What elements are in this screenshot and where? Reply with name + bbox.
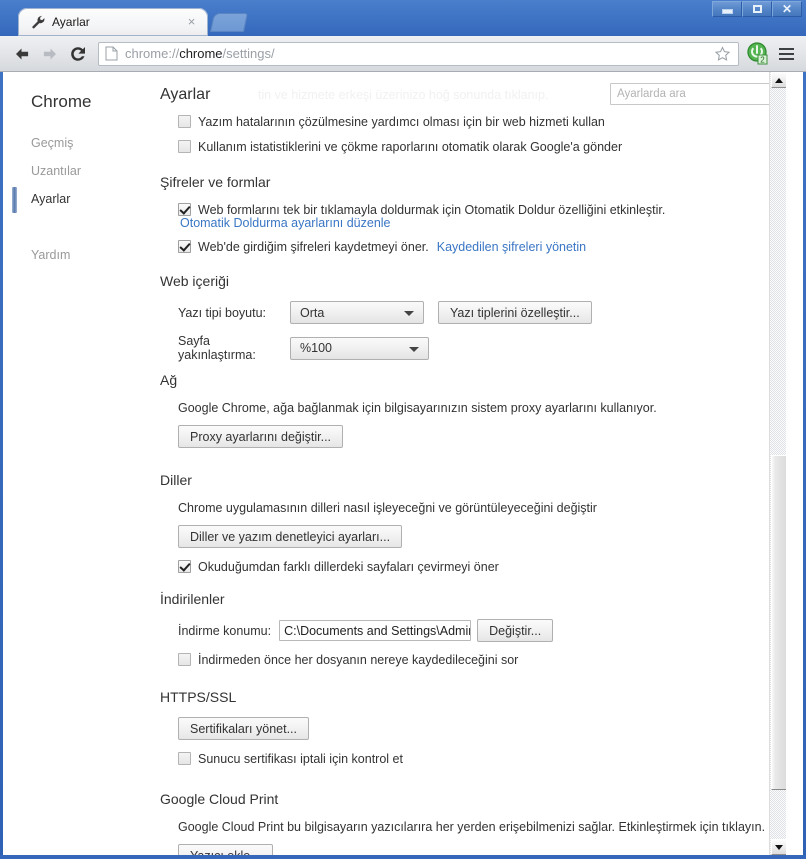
forward-button[interactable]: [36, 40, 64, 68]
section-privacy-continued: Yazım hatalarının çözülmesine yardımcı o…: [160, 114, 772, 164]
section-title-web-content: Web içeriği: [160, 273, 229, 289]
search-settings-input[interactable]: Ayarlarda ara: [610, 83, 770, 105]
section-title-cloud-print: Google Cloud Print: [160, 791, 279, 807]
ask-save-location-checkbox[interactable]: [178, 653, 191, 666]
download-location-label: İndirme konumu:: [178, 623, 272, 638]
usage-stats-label: Kullanım istatistiklerini ve çökme rapor…: [198, 140, 623, 154]
manage-certificates-button[interactable]: Sertifikaları yönet...: [178, 717, 309, 740]
search-settings-placeholder: Ayarlarda ara: [617, 88, 686, 100]
section-passwords-forms: Şifreler ve formlar Web formlarını tek b…: [160, 174, 772, 264]
tab-ayarlar[interactable]: Ayarlar ×: [18, 8, 208, 36]
font-size-label: Yazı tipi boyutu:: [178, 305, 267, 320]
save-passwords-label: Web'de girdiğim şifreleri kaydetmeyi öne…: [198, 240, 429, 254]
sidebar-item-gecmis[interactable]: Geçmiş: [31, 136, 73, 150]
extension-icon[interactable]: 2: [745, 41, 771, 67]
clipped-scroll-text: tin ve hizmete erkeşi üzerinizo hoğ sonu…: [258, 88, 549, 102]
checkbox-row-spelling[interactable]: Yazım hatalarının çözülmesine yardımcı o…: [178, 114, 772, 130]
sidebar-item-uzantilar[interactable]: Uzantılar: [31, 164, 81, 178]
bookmark-star-icon[interactable]: [714, 45, 731, 63]
section-https-ssl: HTTPS/SSL Sertifikaları yönet... Sunucu …: [160, 689, 772, 776]
sidebar-brand: Chrome: [31, 92, 92, 111]
translate-offer-checkbox[interactable]: [178, 560, 191, 573]
section-title-network: Ağ: [160, 372, 178, 388]
vertical-scrollbar[interactable]: [769, 72, 786, 855]
scroll-up-button[interactable]: [771, 72, 786, 88]
section-downloads: İndirilenler İndirme konumu: C:\Document…: [160, 591, 772, 677]
hamburger-menu-icon[interactable]: [773, 41, 799, 67]
settings-sidebar: Chrome Geçmiş Uzantılar Ayarlar Yardım: [3, 72, 158, 855]
ask-save-location-label: İndirmeden önce her dosyanın nereye kayd…: [198, 653, 519, 667]
tab-close-button[interactable]: ×: [185, 15, 198, 28]
section-title-https-ssl: HTTPS/SSL: [160, 689, 237, 705]
sidebar-item-ayarlar[interactable]: Ayarlar: [31, 192, 70, 206]
chevron-down-icon: [409, 346, 419, 352]
scroll-down-arrow-icon: [775, 844, 783, 850]
address-bar[interactable]: chrome://chrome/settings/: [98, 41, 739, 66]
section-title-downloads: İndirilenler: [160, 591, 225, 607]
sidebar-item-yardim[interactable]: Yardım: [31, 248, 70, 262]
page-document-icon: [105, 46, 118, 61]
browser-toolbar: chrome://chrome/settings/ 2: [0, 36, 806, 72]
language-spellcheck-settings-button[interactable]: Diller ve yazım denetleyici ayarları...: [178, 525, 403, 548]
customize-fonts-button[interactable]: Yazı tiplerini özelleştir...: [438, 301, 592, 324]
chevron-down-icon: [404, 311, 414, 316]
window-bottom-edge: [0, 855, 806, 859]
wrench-icon: [30, 14, 46, 30]
section-web-content: Web içeriği Yazı tipi boyutu: Orta Yazı …: [160, 273, 772, 372]
tab-strip: Ayarlar ×: [0, 8, 806, 36]
save-passwords-checkbox[interactable]: [178, 240, 191, 253]
back-button[interactable]: [8, 40, 36, 68]
checkbox-row-usage-stats[interactable]: Kullanım istatistiklerini ve çökme rapor…: [178, 139, 772, 155]
languages-description: Chrome uygulamasının dilleri nasıl işley…: [178, 501, 597, 515]
zoom-label: Sayfa yakınlaştırma:: [178, 334, 256, 362]
tab-title: Ayarlar: [52, 15, 90, 29]
spelling-webservice-label: Yazım hatalarının çözülmesine yardımcı o…: [198, 115, 605, 129]
checkbox-row-save-passwords[interactable]: Web'de girdiğim şifreleri kaydetmeyi öne…: [178, 239, 772, 255]
manage-passwords-link[interactable]: Kaydedilen şifreleri yönetin: [437, 239, 586, 255]
checkbox-row-translate[interactable]: Okuduğumdan farklı dillerdeki sayfaları …: [178, 559, 772, 575]
page-zoom-select[interactable]: %100: [290, 336, 429, 360]
change-download-location-button[interactable]: Değiştir...: [477, 619, 554, 642]
settings-main: Ayarlar tin ve hizmete erkeşi üzerinizo …: [158, 72, 786, 855]
autofill-checkbox[interactable]: [178, 203, 191, 216]
reload-button[interactable]: [64, 40, 92, 68]
autofill-settings-link[interactable]: Otomatik Doldurma ayarlarını düzenle: [180, 216, 772, 230]
scrollbar-thumb[interactable]: [771, 455, 786, 790]
browser-window: ✕ Ayarlar × chrome://chrome/settings/ 2 …: [0, 0, 806, 859]
address-bar-text: chrome://chrome/settings/: [125, 46, 275, 61]
download-location-value: C:\Documents and Settings\Adminis: [284, 623, 472, 638]
new-tab-button[interactable]: [209, 13, 249, 32]
font-size-value: Orta: [300, 305, 325, 320]
scroll-down-button[interactable]: [771, 839, 786, 855]
font-size-select[interactable]: Orta: [290, 301, 424, 324]
page-content: Chrome Geçmiş Uzantılar Ayarlar Yardım A…: [3, 72, 803, 855]
checkbox-row-cert-revocation[interactable]: Sunucu sertifikası iptali için kontrol e…: [178, 751, 772, 767]
zoom-row: Sayfa yakınlaştırma: %100: [178, 334, 772, 362]
sidebar-selection-indicator: [12, 187, 17, 213]
page-title: Ayarlar: [160, 86, 211, 103]
network-description: Google Chrome, ağa bağlanmak için bilgis…: [178, 401, 657, 415]
zoom-value: %100: [300, 341, 332, 355]
cert-revocation-label: Sunucu sertifikası iptali için kontrol e…: [198, 752, 403, 766]
section-cloud-print: Google Cloud Print Google Cloud Print bu…: [160, 791, 772, 855]
checkbox-row-ask-save-location[interactable]: İndirmeden önce her dosyanın nereye kayd…: [178, 652, 772, 668]
section-title-languages: Diller: [160, 472, 192, 488]
cert-revocation-checkbox[interactable]: [178, 752, 191, 765]
section-title-passwords: Şifreler ve formlar: [160, 174, 271, 190]
cloud-print-description: Google Cloud Print bu bilgisayarın yazıc…: [178, 820, 766, 834]
download-location-input[interactable]: C:\Documents and Settings\Adminis: [279, 620, 472, 641]
spelling-webservice-checkbox[interactable]: [178, 115, 191, 128]
usage-stats-checkbox[interactable]: [178, 140, 191, 153]
section-languages: Diller Chrome uygulamasının dilleri nası…: [160, 472, 772, 584]
change-proxy-settings-button[interactable]: Proxy ayarlarını değiştir...: [178, 425, 344, 448]
add-printer-button[interactable]: Yazıcı ekle...: [178, 844, 273, 855]
extension-badge-count: 2: [760, 55, 765, 64]
scroll-up-arrow-icon: [775, 77, 783, 83]
download-location-row: İndirme konumu: C:\Documents and Setting…: [178, 619, 772, 642]
font-size-row: Yazı tipi boyutu: Orta Yazı tiplerini öz…: [178, 301, 772, 324]
section-network: Ağ Google Chrome, ağa bağlanmak için bil…: [160, 372, 772, 448]
translate-offer-label: Okuduğumdan farklı dillerdeki sayfaları …: [198, 560, 499, 574]
